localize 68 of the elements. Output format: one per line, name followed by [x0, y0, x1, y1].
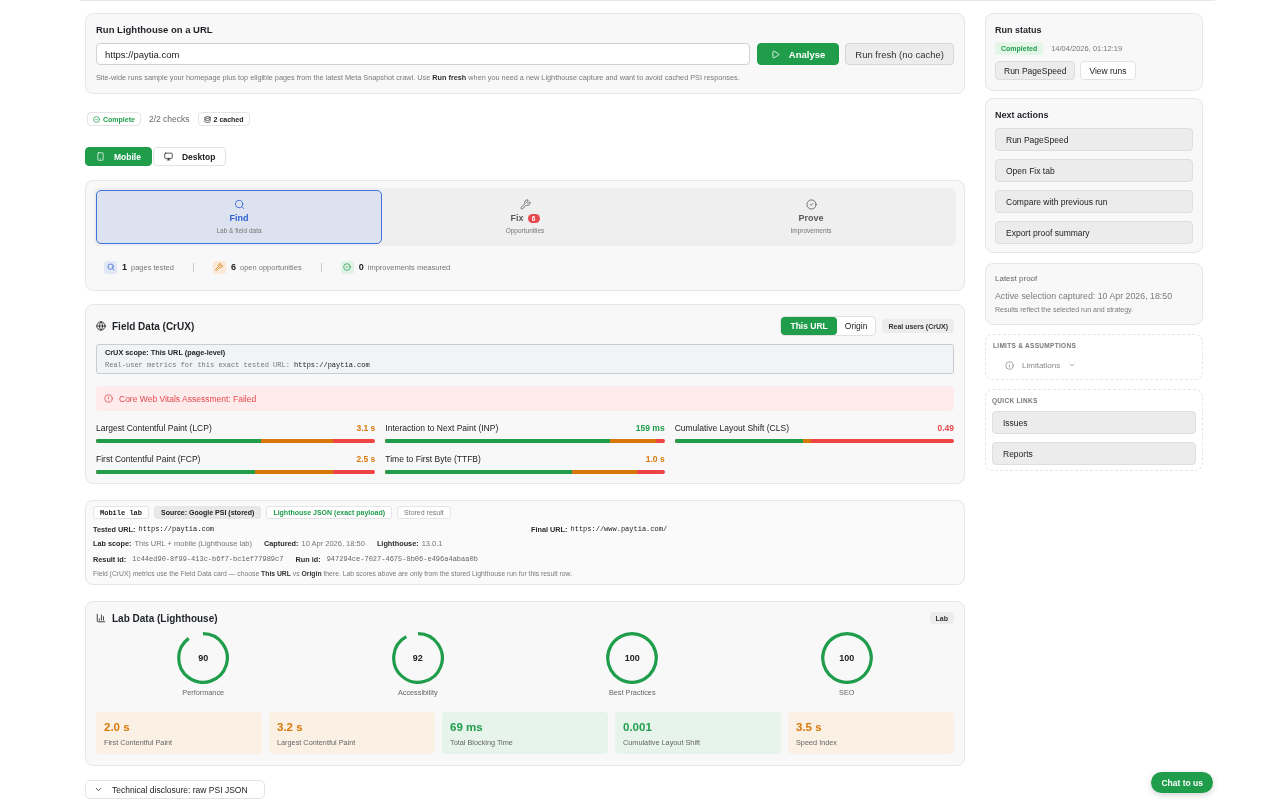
check-circle-icon — [805, 199, 817, 210]
section-title: Lab Data (Lighthouse) — [112, 612, 218, 624]
run-pagespeed-button[interactable]: Run PageSpeed — [995, 61, 1076, 80]
globe-icon — [96, 321, 106, 331]
monitor-icon — [163, 152, 173, 161]
check-circle-icon — [93, 115, 100, 123]
bar-chart-icon — [96, 613, 106, 623]
view-runs-button[interactable]: View runs — [1080, 61, 1136, 80]
score-ring — [391, 632, 444, 684]
action-button[interactable]: Run PageSpeed — [995, 128, 1193, 151]
tile-value: 3.5 s — [796, 720, 823, 734]
proof-captured: Active selection captured: 10 Apr 2026, 18:50 — [995, 290, 1174, 302]
score-value: 100 — [624, 653, 640, 663]
wrench-icon — [212, 260, 226, 274]
proof-title: Latest proof — [995, 273, 1039, 284]
score-value: 100 — [839, 653, 855, 663]
metric-name: Interaction to Next Paint (INP) — [385, 423, 499, 433]
stat-count: 1 — [122, 262, 127, 272]
smartphone-icon — [96, 152, 105, 161]
metric-name: First Contentful Paint (FCP) — [96, 454, 201, 464]
play-icon — [770, 49, 780, 59]
score-ring — [820, 632, 873, 684]
score-value: 90 — [198, 653, 209, 663]
section-title: Field Data (CrUX) — [112, 320, 195, 332]
stat-count: 6 — [230, 262, 236, 272]
quick-link[interactable]: Reports — [992, 442, 1196, 465]
metric-value: 0.49 — [937, 423, 954, 433]
metric-name: Largest Contentful Paint (LCP) — [96, 423, 212, 433]
score-ring — [606, 632, 659, 684]
run-fresh-button[interactable]: Run fresh (no cache) — [845, 43, 954, 65]
search-icon — [104, 260, 117, 274]
database-icon — [203, 115, 211, 123]
check-count: 2/2 checks — [148, 114, 190, 124]
alert-icon — [104, 394, 113, 403]
assessment-text: Core Web Vitals Assessment: Failed — [119, 393, 257, 404]
metric-value: 3.1 s — [356, 423, 376, 433]
limitations-toggle[interactable]: Limitations — [1005, 357, 1077, 373]
action-button[interactable]: Open Fix tab — [995, 159, 1193, 182]
action-button[interactable]: Compare with previous run — [995, 190, 1193, 213]
info-icon — [1005, 360, 1014, 370]
disclosure-toggle[interactable]: Technical disclosure: raw PSI JSON — [85, 780, 265, 799]
tile-value: 69 ms — [450, 720, 484, 734]
score-ring — [177, 632, 230, 684]
check-circle-icon — [340, 260, 354, 274]
panel-title: Run Lighthouse on a URL — [96, 24, 214, 36]
metric-value: 1.0 s — [645, 454, 665, 464]
scope-tab[interactable]: This URL — [781, 317, 837, 335]
metric-name: Cumulative Layout Shift (CLS) — [674, 423, 789, 433]
action-button[interactable]: Export proof summary — [995, 221, 1193, 244]
stat-count: 0 — [358, 262, 364, 272]
url-input[interactable]: https://paytia.com — [96, 43, 750, 65]
panel-title: Next actions — [995, 109, 1050, 121]
strategy-tab[interactable]: Mobile — [85, 147, 152, 166]
tile-value: 2.0 s — [104, 720, 131, 734]
metric-value: 159 ms — [635, 423, 665, 433]
metric-value: 2.5 s — [356, 454, 376, 464]
scope-tab[interactable]: Origin — [836, 317, 876, 335]
strategy-tab[interactable]: Desktop — [152, 147, 227, 166]
search-icon — [233, 199, 245, 210]
metric-name: Time to First Byte (TTFB) — [385, 454, 481, 464]
analyse-button[interactable]: Analyse — [756, 43, 840, 65]
chat-button[interactable]: Chat to us — [1151, 772, 1213, 793]
tile-value: 0.001 — [623, 720, 653, 734]
panel-title: Run status — [995, 24, 1043, 36]
tile-value: 3.2 s — [277, 720, 304, 734]
quick-link[interactable]: Issues — [992, 411, 1196, 434]
score-value: 92 — [412, 653, 423, 663]
wrench-icon — [519, 199, 531, 210]
